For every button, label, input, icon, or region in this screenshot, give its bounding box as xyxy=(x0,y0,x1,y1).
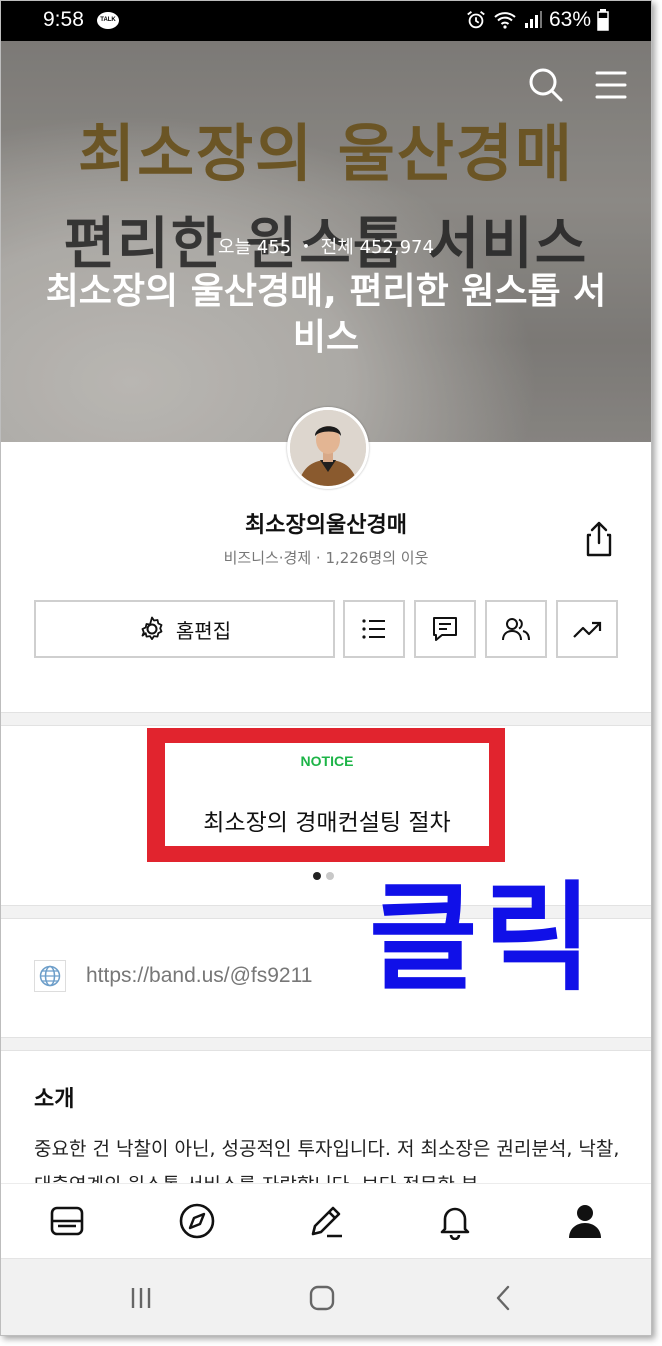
feed-tab-icon[interactable] xyxy=(47,1201,87,1241)
carousel-dot xyxy=(326,872,334,880)
intro-heading: 소개 xyxy=(34,1087,75,1112)
status-indicators: 63% xyxy=(465,8,609,32)
post-list-button[interactable] xyxy=(343,600,405,658)
compass-icon[interactable] xyxy=(177,1201,217,1241)
gear-icon xyxy=(141,616,163,640)
link-url[interactable]: https://band.us/@fs9211 xyxy=(86,964,312,988)
click-annotation: 클릭 xyxy=(369,869,599,1007)
home-edit-button[interactable]: 홈편집 xyxy=(34,600,335,658)
carousel-indicator xyxy=(313,872,334,880)
bell-icon[interactable] xyxy=(435,1201,475,1241)
trend-up-icon xyxy=(573,621,602,638)
guestbook-button[interactable] xyxy=(414,600,476,658)
profile-avatar[interactable] xyxy=(287,407,369,489)
blog-name[interactable]: 최소장의울산경매 xyxy=(1,507,651,539)
section-divider xyxy=(1,1037,651,1051)
battery-percent: 63% xyxy=(548,8,591,31)
signal-icon xyxy=(524,11,542,28)
status-bar: 9:58 TALK 63% xyxy=(1,1,651,41)
globe-icon xyxy=(34,960,66,992)
alarm-icon xyxy=(467,11,485,29)
phone-screen: 9:58 TALK 63% 최소장의 울산경매 편리한 원스톱 서비스 오늘 4… xyxy=(0,0,652,1336)
visitor-stats: 오늘 455 ・ 전체 452,974 xyxy=(218,237,434,258)
status-time: 9:58 xyxy=(43,8,84,31)
people-icon xyxy=(502,618,530,641)
carousel-dot-active xyxy=(313,872,321,880)
home-icon[interactable] xyxy=(305,1281,339,1315)
blog-meta: 비즈니스·경제 · 1,226명의 이웃 xyxy=(223,549,429,567)
blog-cover: 최소장의 울산경매 편리한 원스톱 서비스 오늘 455 ・ 전체 452,97… xyxy=(1,41,651,442)
back-icon[interactable] xyxy=(487,1281,521,1315)
statistics-button[interactable] xyxy=(556,600,618,658)
notice-title[interactable]: 최소장의 경매컨설팅 절차 xyxy=(165,803,489,837)
blog-title: 최소장의 울산경매, 편리한 원스톱 서비스 xyxy=(45,271,607,358)
kakaotalk-icon: TALK xyxy=(97,12,119,29)
intro-text: 중요한 건 낙찰이 아닌, 성공적인 투자입니다. 저 최소장은 권리분석, 낙… xyxy=(34,1138,620,1183)
home-edit-label: 홈편집 xyxy=(175,618,232,643)
bottom-tab-bar xyxy=(1,1183,651,1258)
list-icon xyxy=(362,619,385,639)
menu-icon[interactable] xyxy=(591,65,631,105)
share-icon[interactable] xyxy=(579,519,619,559)
write-pencil-icon[interactable] xyxy=(306,1201,346,1241)
section-divider xyxy=(1,712,651,726)
system-nav-bar xyxy=(1,1258,651,1335)
search-icon[interactable] xyxy=(526,65,566,105)
notice-highlight-box: NOTICE 최소장의 경매컨설팅 절차 xyxy=(147,728,505,862)
notice-label: NOTICE xyxy=(300,753,354,769)
profile-person-icon[interactable] xyxy=(565,1201,605,1241)
battery-icon xyxy=(597,9,609,31)
comment-icon xyxy=(433,617,457,641)
external-link[interactable]: https://band.us/@fs9211 xyxy=(34,960,312,992)
recent-apps-icon[interactable] xyxy=(124,1281,158,1315)
notice-card[interactable]: NOTICE 최소장의 경매컨설팅 절차 xyxy=(165,743,489,846)
neighbors-button[interactable] xyxy=(485,600,547,658)
wifi-icon xyxy=(494,12,516,29)
